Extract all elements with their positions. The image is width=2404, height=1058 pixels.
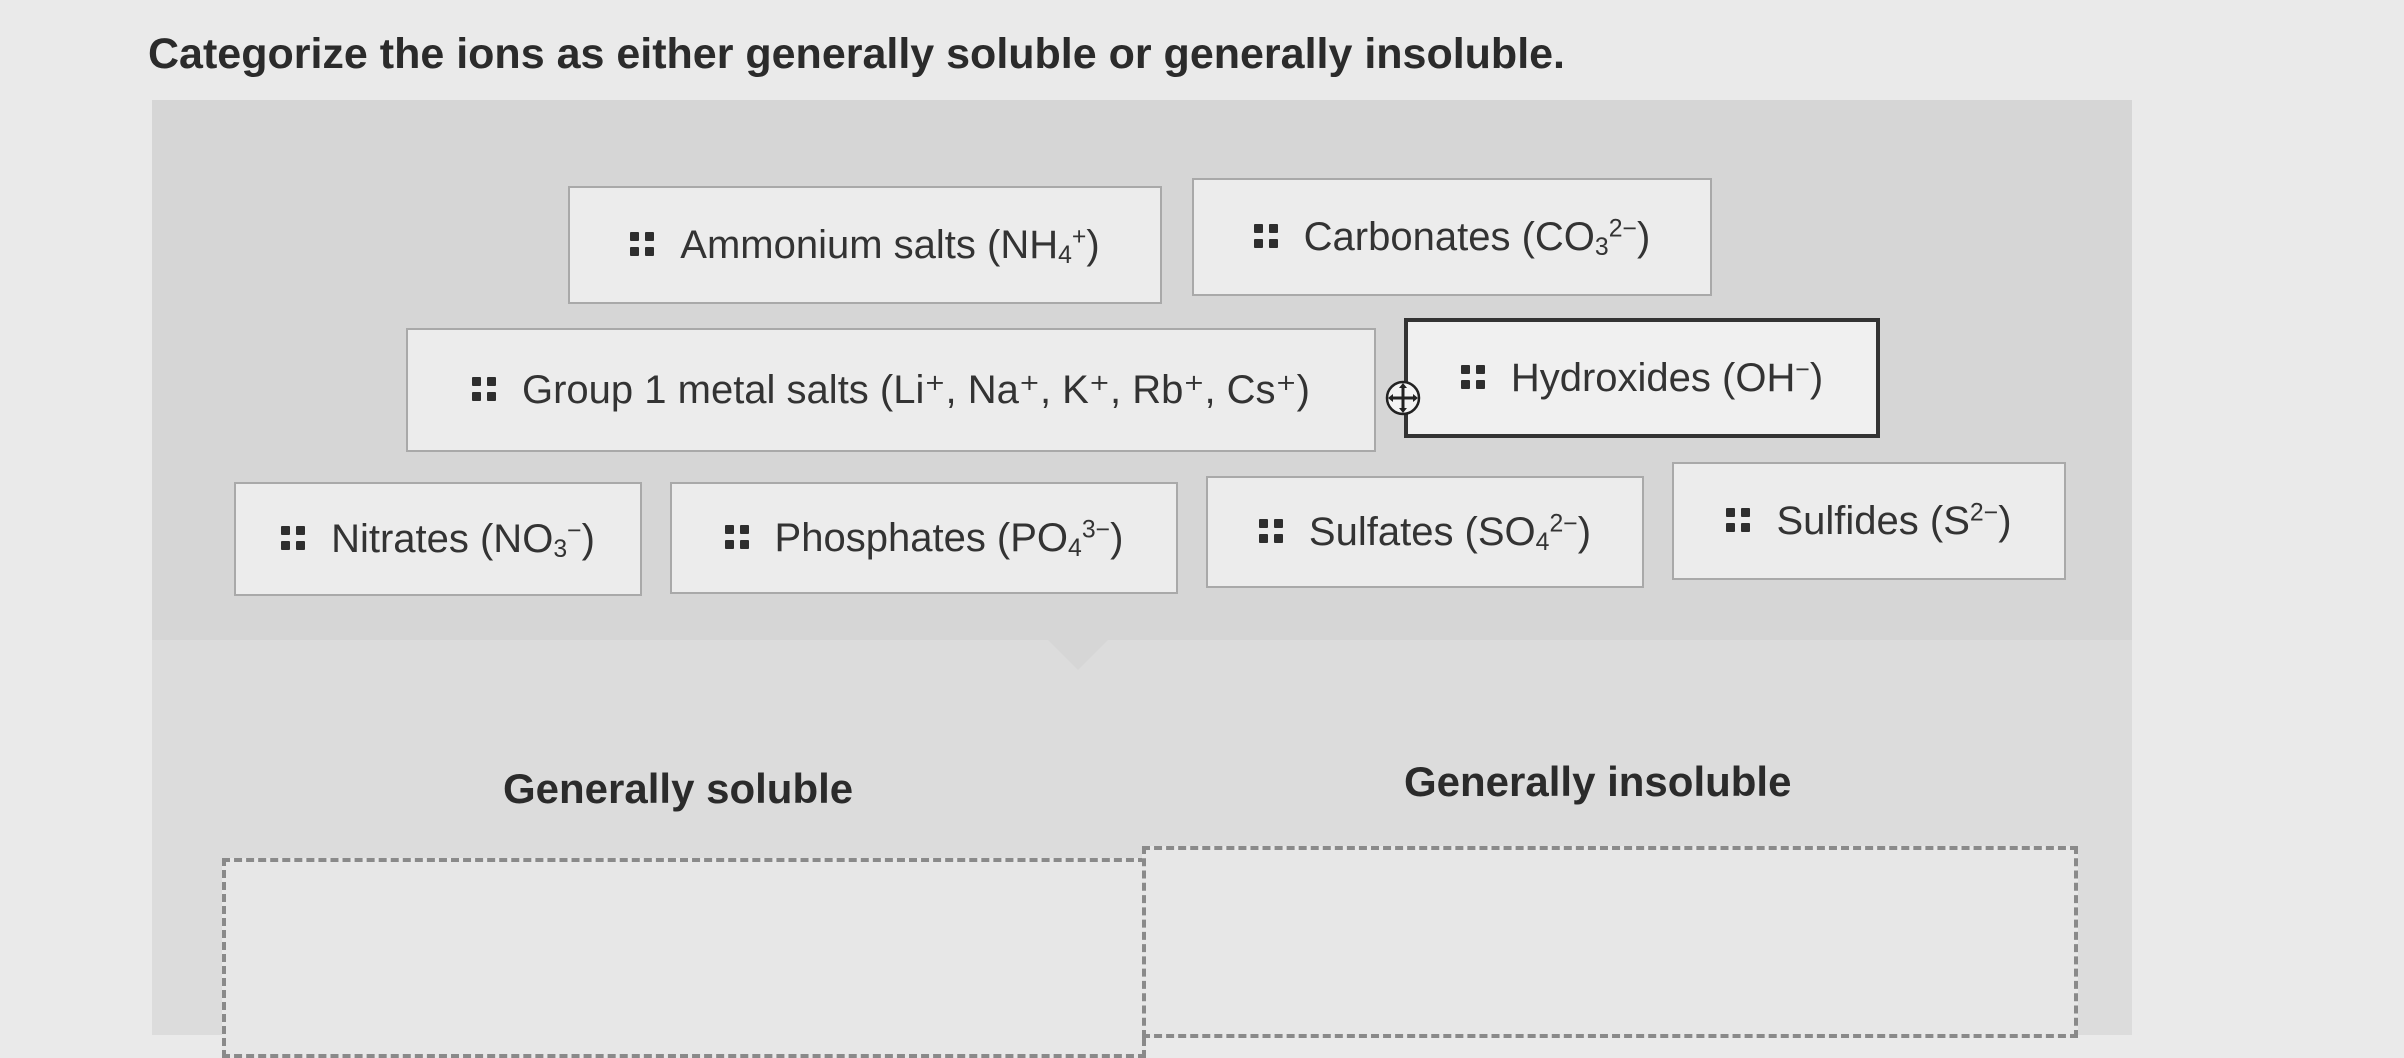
item-label: Hydroxides (OH−): [1510, 355, 1824, 400]
item-label: Sulfates (SO42−): [1308, 509, 1592, 556]
item-ammonium-salts[interactable]: Ammonium salts (NH4+): [568, 186, 1162, 304]
item-phosphates[interactable]: Phosphates (PO43−): [670, 482, 1178, 594]
drag-handle-icon: [471, 377, 498, 403]
item-label: Group 1 metal salts (Li⁺, Na⁺, K⁺, Rb⁺, …: [521, 368, 1310, 412]
item-hydroxides[interactable]: Hydroxides (OH−): [1404, 318, 1880, 438]
drag-handle-icon: [1253, 224, 1280, 250]
category-title-soluble: Generally soluble: [503, 765, 854, 812]
item-nitrates[interactable]: Nitrates (NO3−): [234, 482, 642, 596]
drag-handle-icon: [630, 232, 656, 258]
dropzone-soluble[interactable]: [222, 858, 1146, 1058]
item-label: Phosphates (PO43−): [774, 515, 1124, 562]
dropzone-insoluble[interactable]: [1142, 846, 2078, 1038]
drag-handle-icon: [1258, 519, 1285, 545]
bank-pointer: [1048, 640, 1108, 670]
drag-handle-icon: [281, 526, 307, 552]
item-label: Sulfides (S2−): [1776, 498, 2012, 543]
item-label: Nitrates (NO3−): [331, 516, 595, 563]
item-sulfates[interactable]: Sulfates (SO42−): [1206, 476, 1644, 588]
category-title-insoluble: Generally insoluble: [1404, 758, 1792, 805]
move-cursor-icon: [1385, 380, 1421, 416]
item-carbonates[interactable]: Carbonates (CO32−): [1192, 178, 1712, 296]
question-prompt: Categorize the ions as either generally …: [148, 30, 1566, 78]
drag-handle-icon: [1460, 365, 1487, 391]
drag-handle-icon: [1726, 508, 1752, 534]
item-label: Ammonium salts (NH4+): [680, 222, 1100, 269]
item-group1-metal-salts[interactable]: Group 1 metal salts (Li⁺, Na⁺, K⁺, Rb⁺, …: [406, 328, 1376, 452]
item-sulfides[interactable]: Sulfides (S2−): [1672, 462, 2066, 580]
drag-handle-icon: [724, 525, 751, 551]
item-label: Carbonates (CO32−): [1303, 214, 1651, 261]
